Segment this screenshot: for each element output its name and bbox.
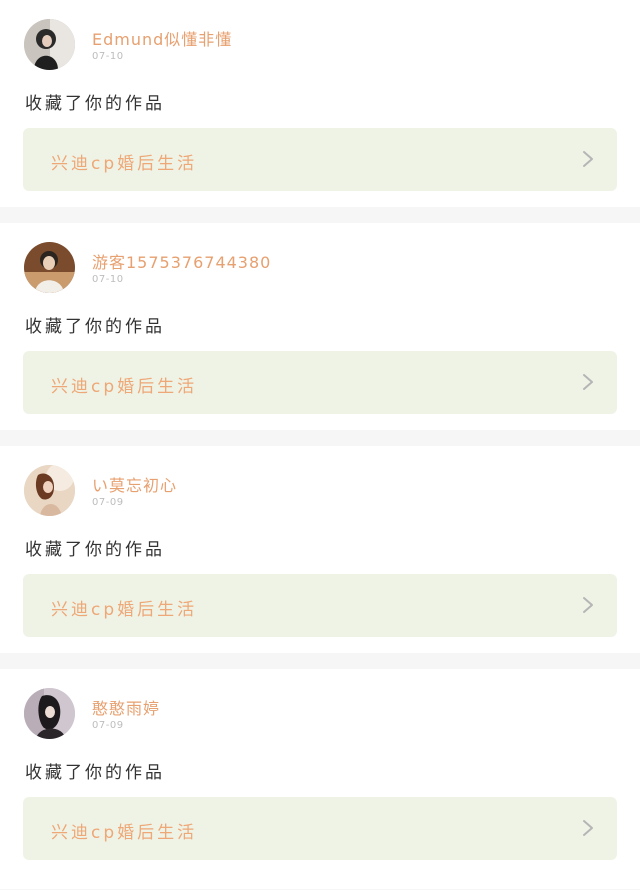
user-avatar[interactable] bbox=[24, 688, 75, 739]
notification-feed: Edmund似懂非懂 07-10 收藏了你的作品 兴迪cp婚后生活 游客1575… bbox=[0, 0, 640, 889]
work-title: 兴迪cp婚后生活 bbox=[51, 600, 198, 620]
avatar-image bbox=[24, 465, 75, 516]
user-avatar[interactable] bbox=[24, 19, 75, 70]
work-title: 兴迪cp婚后生活 bbox=[51, 823, 198, 843]
chevron-right-icon bbox=[581, 596, 595, 614]
chevron-right-icon bbox=[581, 819, 595, 837]
user-avatar[interactable] bbox=[24, 465, 75, 516]
action-text: 收藏了你的作品 bbox=[25, 540, 165, 560]
work-link[interactable]: 兴迪cp婚后生活 bbox=[23, 128, 617, 191]
notification-item: 游客1575376744380 07-10 收藏了你的作品 兴迪cp婚后生活 bbox=[0, 223, 640, 430]
user-avatar[interactable] bbox=[24, 242, 75, 293]
username[interactable]: Edmund似懂非懂 bbox=[92, 26, 232, 50]
action-text: 收藏了你的作品 bbox=[25, 763, 165, 783]
username[interactable]: い莫忘初心 bbox=[92, 472, 177, 496]
username[interactable]: 憨憨雨婷 bbox=[92, 695, 160, 719]
action-text: 收藏了你的作品 bbox=[25, 94, 165, 114]
notification-item: Edmund似懂非懂 07-10 收藏了你的作品 兴迪cp婚后生活 bbox=[0, 0, 640, 207]
avatar-image bbox=[24, 688, 75, 739]
action-text: 收藏了你的作品 bbox=[25, 317, 165, 337]
work-link[interactable]: 兴迪cp婚后生活 bbox=[23, 797, 617, 860]
work-link[interactable]: 兴迪cp婚后生活 bbox=[23, 351, 617, 414]
timestamp: 07-09 bbox=[92, 497, 124, 508]
notification-item: い莫忘初心 07-09 收藏了你的作品 兴迪cp婚后生活 bbox=[0, 446, 640, 653]
work-link[interactable]: 兴迪cp婚后生活 bbox=[23, 574, 617, 637]
notification-item: 憨憨雨婷 07-09 收藏了你的作品 兴迪cp婚后生活 bbox=[0, 669, 640, 889]
timestamp: 07-09 bbox=[92, 720, 124, 731]
avatar-image bbox=[24, 242, 75, 293]
username[interactable]: 游客1575376744380 bbox=[92, 249, 271, 273]
work-title: 兴迪cp婚后生活 bbox=[51, 377, 198, 397]
work-title: 兴迪cp婚后生活 bbox=[51, 154, 198, 174]
timestamp: 07-10 bbox=[92, 51, 124, 62]
timestamp: 07-10 bbox=[92, 274, 124, 285]
avatar-image bbox=[24, 19, 75, 70]
chevron-right-icon bbox=[581, 150, 595, 168]
chevron-right-icon bbox=[581, 373, 595, 391]
